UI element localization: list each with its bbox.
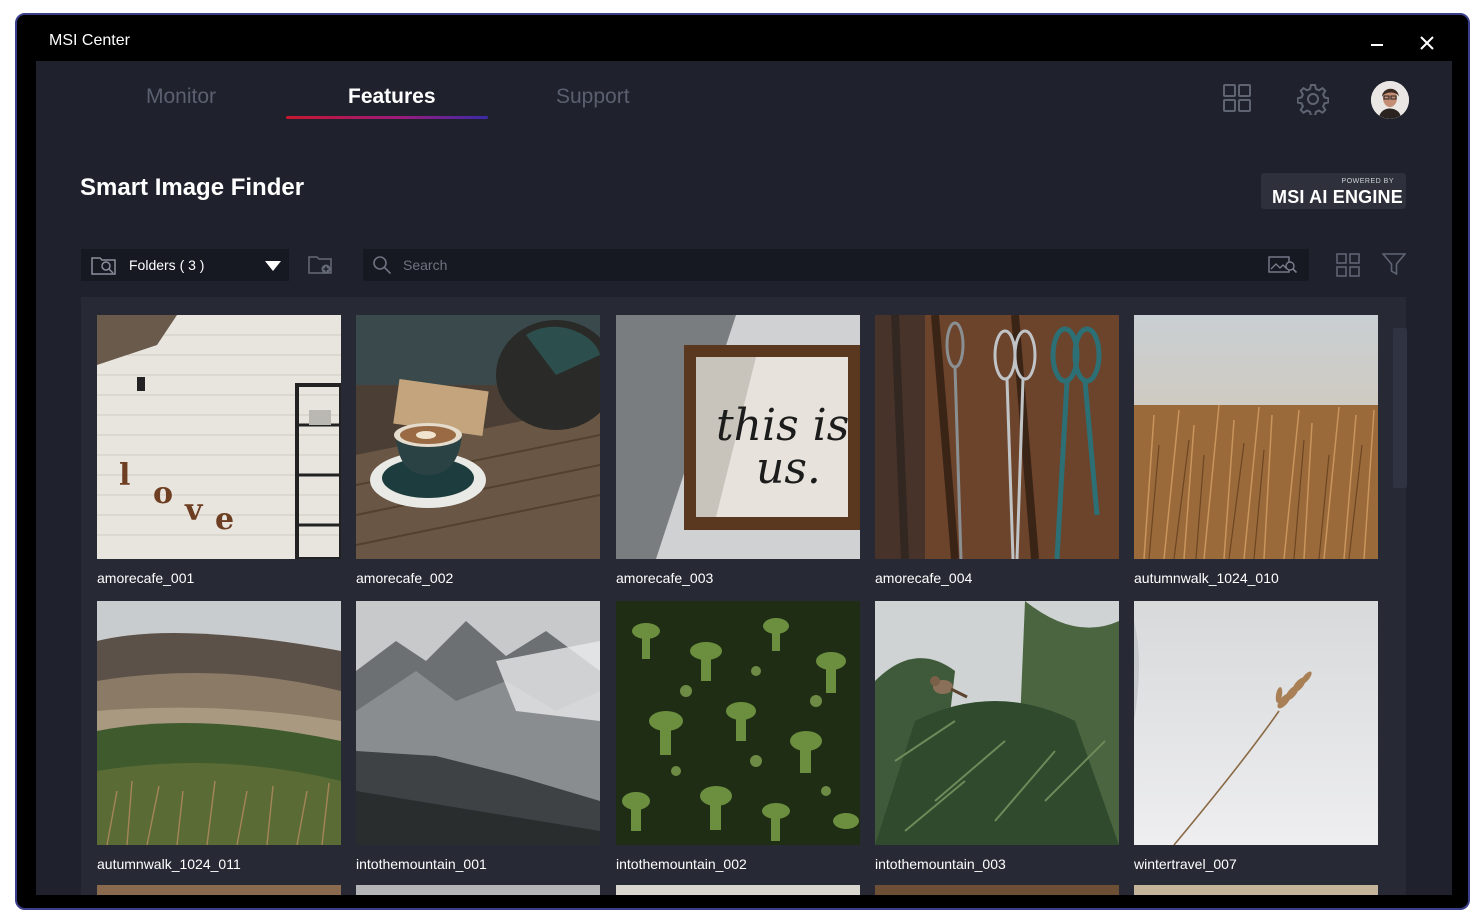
- gallery-item-partial[interactable]: [616, 885, 860, 895]
- gallery-item-name: amorecafe_003: [616, 570, 714, 586]
- gallery-item-name: autumnwalk_1024_011: [97, 856, 241, 872]
- tab-features[interactable]: Features: [348, 85, 436, 109]
- tab-monitor[interactable]: Monitor: [146, 85, 216, 109]
- grid-view-icon[interactable]: [1336, 253, 1360, 277]
- svg-text:l: l: [119, 458, 130, 493]
- badge-powered-by: POWERED BY: [1341, 178, 1394, 185]
- gear-icon[interactable]: [1297, 83, 1329, 115]
- gallery-item-name: intothemountain_001: [356, 856, 487, 872]
- valley-landscape-icon: [97, 601, 341, 845]
- gallery-item[interactable]: amorecafe_002: [356, 315, 600, 586]
- gallery-scrollbar[interactable]: [1393, 328, 1407, 488]
- apps-grid-icon[interactable]: [1222, 83, 1252, 113]
- image-search-icon[interactable]: [1268, 256, 1298, 274]
- gallery-item[interactable]: autumnwalk_1024_010: [1134, 315, 1378, 586]
- window-title: MSI Center: [49, 32, 130, 49]
- add-folder-icon[interactable]: [308, 255, 334, 275]
- ai-engine-badge: POWERED BY MSI AI ENGINE: [1261, 173, 1406, 209]
- user-avatar[interactable]: [1371, 81, 1409, 119]
- green-moss-icon: [616, 601, 860, 845]
- gallery-item-name: amorecafe_001: [97, 570, 195, 586]
- winter-reed-icon: [1134, 601, 1378, 845]
- gallery-item-name: intothemountain_003: [875, 856, 1006, 872]
- misty-mountains-icon: [356, 601, 600, 845]
- search-icon: [373, 256, 392, 275]
- love-brick-wall-icon: l o v e: [97, 315, 341, 559]
- svg-text:e: e: [215, 502, 234, 537]
- gallery-item-name: amorecafe_004: [875, 570, 973, 586]
- minimize-button[interactable]: [1362, 27, 1392, 57]
- gallery-item-name: intothemountain_002: [616, 856, 747, 872]
- svg-text:v: v: [184, 493, 204, 528]
- image-gallery: l o v e amorecafe_001 amorecafe_002 this…: [81, 297, 1406, 895]
- gallery-item[interactable]: autumnwalk_1024_011: [97, 601, 341, 872]
- gallery-item[interactable]: intothemountain_002: [616, 601, 860, 872]
- bird-on-pine-icon: [875, 601, 1119, 845]
- gallery-item[interactable]: intothemountain_003: [875, 601, 1119, 872]
- gallery-item-name: autumnwalk_1024_010: [1134, 570, 1279, 586]
- app-window: MSI Center Monitor Features Support Smar…: [15, 13, 1470, 910]
- close-button[interactable]: [1412, 27, 1442, 57]
- gallery-item[interactable]: wintertravel_007: [1134, 601, 1378, 872]
- gallery-item-partial[interactable]: [97, 885, 341, 895]
- chevron-down-icon: [265, 261, 281, 271]
- hanging-scissors-icon: [875, 315, 1119, 559]
- title-bar: MSI Center: [17, 15, 1468, 61]
- folder-dropdown[interactable]: Folders ( 3 ): [81, 249, 289, 281]
- gallery-item-name: wintertravel_007: [1134, 856, 1237, 872]
- golden-grass-icon: [1134, 315, 1378, 559]
- folder-search-icon: [91, 257, 116, 275]
- gallery-item[interactable]: l o v e amorecafe_001: [97, 315, 341, 586]
- filter-icon[interactable]: [1382, 252, 1406, 276]
- gallery-item-partial[interactable]: [875, 885, 1119, 895]
- search-bar: [363, 249, 1309, 281]
- active-tab-indicator: [286, 116, 488, 119]
- gallery-item[interactable]: intothemountain_001: [356, 601, 600, 872]
- gallery-item-name: amorecafe_002: [356, 570, 454, 586]
- coffee-cup-icon: [356, 315, 600, 559]
- close-icon: [1420, 36, 1434, 50]
- folder-dropdown-label: Folders ( 3 ): [129, 257, 205, 273]
- gallery-item[interactable]: amorecafe_004: [875, 315, 1119, 586]
- svg-text:us.: us.: [756, 443, 821, 494]
- app-content: Monitor Features Support Smart Image Fin…: [36, 61, 1452, 895]
- page-title: Smart Image Finder: [80, 174, 305, 201]
- gallery-item-partial[interactable]: [1134, 885, 1378, 895]
- gallery-item-partial[interactable]: [356, 885, 600, 895]
- tab-support[interactable]: Support: [556, 85, 630, 109]
- search-input[interactable]: [403, 253, 1253, 277]
- gallery-item[interactable]: this is us. amorecafe_003: [616, 315, 860, 586]
- this-is-us-frame-icon: this is us.: [616, 315, 860, 559]
- svg-text:o: o: [153, 476, 173, 511]
- badge-engine-name: MSI AI ENGINE: [1272, 187, 1403, 207]
